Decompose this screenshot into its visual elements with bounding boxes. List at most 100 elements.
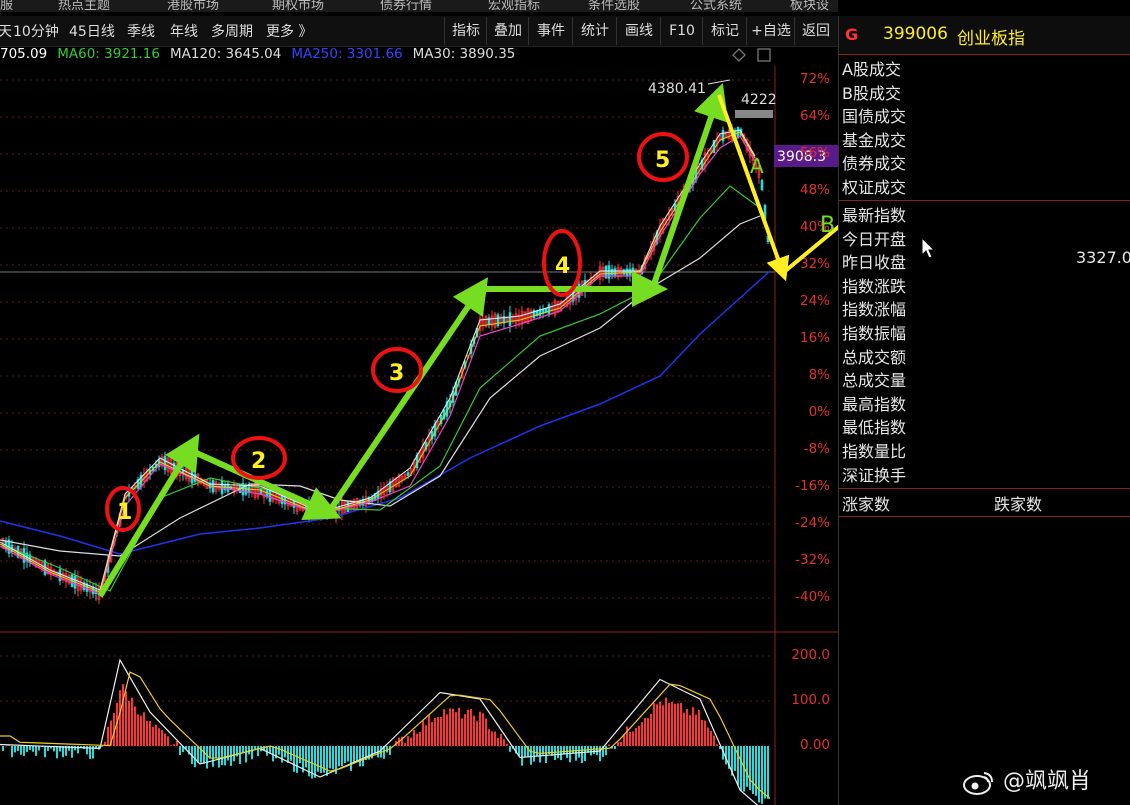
- period-day[interactable]: 天: [0, 21, 12, 41]
- macd-bar: [680, 702, 682, 746]
- top-menu-item[interactable]: 热点主题: [58, 0, 110, 12]
- macd-bar: [176, 740, 178, 746]
- back-button[interactable]: 返回: [794, 17, 837, 45]
- top-menu-item[interactable]: 期权市场: [272, 0, 324, 12]
- top-menu-item[interactable]: 条件选股: [588, 0, 640, 12]
- macd-bar: [629, 731, 631, 746]
- period-10min[interactable]: 10分钟: [13, 21, 59, 41]
- period-year[interactable]: 年线: [170, 21, 198, 41]
- ma-yellow-line: [0, 131, 756, 593]
- period-45day[interactable]: 45日线: [69, 21, 115, 41]
- macd-bar: [404, 743, 406, 746]
- macd-bar: [443, 709, 445, 746]
- macd-bar: [650, 713, 652, 746]
- macd-bar: [32, 746, 34, 752]
- macd-bar: [38, 746, 40, 751]
- macd-bar: [344, 746, 346, 763]
- macd-bar: [251, 746, 253, 760]
- price-axis-tick: 0%: [808, 404, 830, 420]
- macd-bar: [488, 729, 490, 746]
- add-favorite-button[interactable]: +自选: [746, 17, 795, 45]
- price-axis-tick: -8%: [803, 441, 830, 457]
- macd-bar: [539, 746, 541, 763]
- macd-bar: [341, 746, 343, 767]
- macd-bar: [23, 746, 25, 756]
- top-menu-item[interactable]: 债券行情: [380, 0, 432, 12]
- top-menu-item[interactable]: 板块设置: [790, 0, 838, 12]
- macd-bar: [29, 746, 31, 750]
- macd-bar: [347, 746, 349, 762]
- down-count-label: 跌家数: [994, 495, 1043, 514]
- ma-legend: 705.09 MA60: 3921.16 MA120: 3645.04 MA250: …: [0, 46, 525, 66]
- macd-bar: [452, 708, 454, 746]
- top-menu-item[interactable]: 宏观指标: [488, 0, 540, 12]
- macd-axis-tick: 0.00: [799, 737, 830, 753]
- macd-bar: [686, 708, 688, 746]
- macd-bar: [44, 746, 46, 758]
- macd-bar: [470, 708, 472, 746]
- ma-legend-item: MA60: 3921.16: [57, 46, 160, 62]
- panel-field-label: A股成交: [842, 60, 901, 79]
- panel-field-label: 最高指数: [842, 394, 907, 414]
- macd-bar: [269, 746, 271, 754]
- draw-line-button[interactable]: 画线: [616, 17, 661, 45]
- macd-bar: [410, 737, 412, 746]
- macd-bar: [239, 746, 241, 764]
- overlay-button[interactable]: 叠加: [486, 17, 529, 45]
- macd-bar: [212, 746, 214, 767]
- top-menu-item[interactable]: 公式系统: [690, 0, 742, 12]
- macd-bar: [560, 746, 562, 761]
- weibo-watermark: @飒飒肖: [962, 763, 1091, 795]
- f10-button[interactable]: F10: [660, 17, 703, 45]
- price-axis-tick: 32%: [799, 256, 830, 272]
- price-axis-tick: -24%: [795, 515, 830, 531]
- macd-bar: [749, 746, 751, 791]
- candle-body: [766, 236, 770, 242]
- macd-bar: [674, 703, 676, 746]
- macd-bar: [614, 746, 616, 749]
- macd-bar: [656, 704, 658, 746]
- candle-body: [625, 268, 629, 276]
- macd-bar: [566, 746, 568, 759]
- period-more[interactable]: 更多 》: [266, 21, 312, 41]
- macd-bar: [683, 712, 685, 746]
- macd-axis-tick: 200.0: [791, 647, 830, 663]
- macd-bar: [440, 716, 442, 746]
- kline-chart[interactable]: 3908.3 4380.41 4222: [0, 66, 838, 805]
- period-season[interactable]: 季线: [127, 21, 155, 41]
- stats-button[interactable]: 统计: [572, 17, 617, 45]
- macd-bar: [530, 746, 532, 765]
- macd-bar: [479, 711, 481, 746]
- macd-bar: [626, 726, 628, 746]
- macd-bar: [701, 719, 703, 746]
- macd-bar: [653, 703, 655, 746]
- macd-bar: [668, 702, 670, 746]
- macd-bar: [245, 746, 247, 763]
- macd-bar: [590, 746, 592, 756]
- panel-divider: [839, 488, 1130, 489]
- macd-bar: [467, 709, 469, 746]
- panel-field-label: 指数涨跌: [842, 276, 907, 296]
- macd-bar: [26, 746, 28, 753]
- panel-divider: [839, 200, 1130, 201]
- high-label: 4380.41: [648, 81, 706, 97]
- macd-bar: [581, 746, 583, 764]
- macd-bar: [554, 746, 556, 761]
- up-count-label: 涨家数: [842, 495, 891, 514]
- macd-bar: [689, 715, 691, 746]
- event-button[interactable]: 事件: [528, 17, 573, 45]
- macd-bar: [314, 746, 316, 778]
- mark-button[interactable]: 标记: [702, 17, 747, 45]
- macd-bar: [296, 746, 298, 773]
- top-menu-item[interactable]: 港股市场: [167, 0, 219, 12]
- macd-bar: [617, 742, 619, 746]
- macd-bar: [158, 728, 160, 746]
- period-multi[interactable]: 多周期: [211, 21, 253, 41]
- macd-bar: [485, 718, 487, 746]
- top-menu-item[interactable]: 服: [0, 0, 13, 12]
- macd-bar: [353, 746, 355, 763]
- indicator-button[interactable]: 指标: [444, 17, 487, 45]
- macd-bar: [662, 705, 664, 746]
- macd-bar: [572, 746, 574, 754]
- price-axis-tick: 24%: [799, 293, 830, 309]
